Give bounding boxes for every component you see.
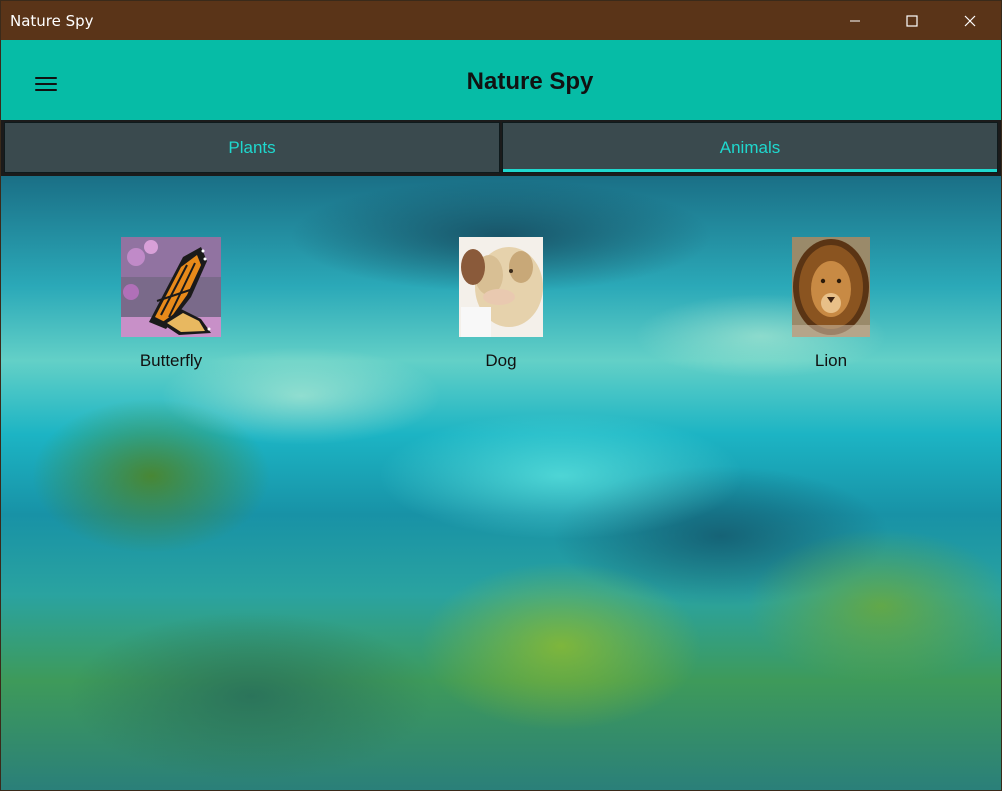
item-label-lion: Lion: [814, 351, 848, 370]
butterfly-image: [121, 237, 221, 337]
window-title: Nature Spy: [10, 12, 94, 30]
tab-bar: Plants Animals: [1, 120, 1001, 176]
page-title: Nature Spy: [466, 68, 594, 95]
tab-animals[interactable]: Animals: [502, 122, 998, 173]
close-button[interactable]: [941, 1, 999, 40]
app-bar: Nature Spy: [1, 40, 1001, 120]
maximize-icon: [906, 14, 918, 27]
app-window: Nature Spy Nature Spy Plants Animals But…: [0, 0, 1002, 791]
dog-image: [459, 237, 543, 337]
list-item-lion[interactable]: Lion: [771, 237, 891, 371]
minimize-icon: [850, 20, 860, 21]
window-title-bar[interactable]: Nature Spy: [1, 1, 1001, 40]
lion-image: [792, 237, 870, 337]
item-label-butterfly: Butterfly: [139, 351, 203, 370]
list-item-butterfly[interactable]: Butterfly: [111, 237, 231, 371]
list-item-dog[interactable]: Dog: [441, 237, 561, 371]
maximize-button[interactable]: [883, 1, 941, 40]
tab-animals-label: Animals: [719, 137, 781, 157]
close-icon: [964, 15, 976, 26]
tab-plants[interactable]: Plants: [4, 122, 500, 173]
minimize-button[interactable]: [826, 1, 884, 40]
tab-plants-label: Plants: [228, 137, 276, 157]
item-label-dog: Dog: [485, 351, 517, 370]
content-area: Butterfly Dog Lion: [1, 176, 1001, 790]
